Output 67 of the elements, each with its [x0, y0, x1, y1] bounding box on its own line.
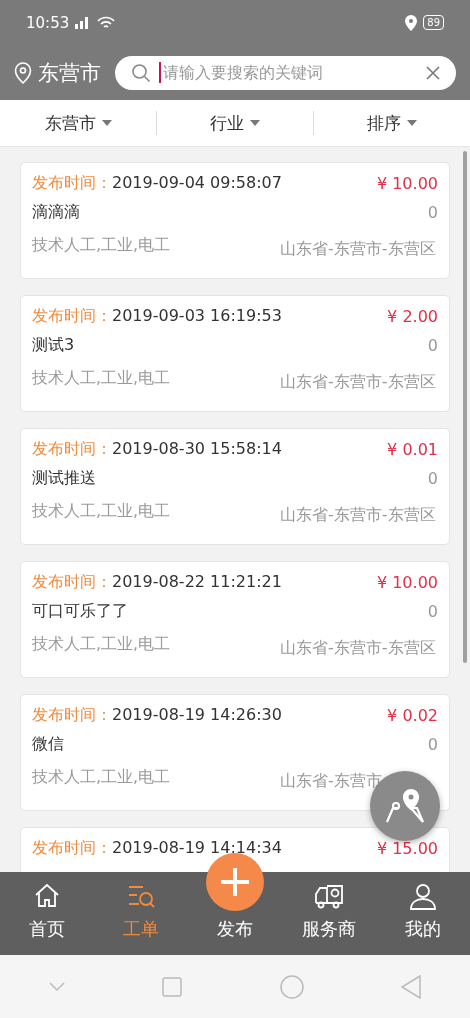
close-icon[interactable] [426, 65, 440, 80]
city-name[interactable]: 东营市 [38, 58, 101, 87]
order-tags: 技术人工,工业,电工 [32, 501, 171, 522]
time-label: 发布时间： [32, 705, 112, 724]
order-card[interactable]: 发布时间：2019-08-30 15:58:14 ¥ 0.01 测试推送 0 技术人工,工业,电工 山东省-东营市-东营区 [20, 428, 450, 545]
filter-dropdown[interactable]: 排序 [313, 111, 470, 135]
square-icon[interactable] [162, 976, 183, 997]
publish-time: 2019-08-22 11:21:21 [112, 572, 282, 591]
order-count: 0 [427, 735, 438, 754]
order-region: 山东省-东营市-东营区 [280, 239, 437, 260]
person-icon [408, 881, 438, 911]
order-region: 山东省-东营市-东营区 [280, 372, 437, 393]
order-region: 山东省-东营市-东营区 [280, 638, 437, 659]
caret-icon [101, 120, 112, 126]
order-title: 测试3 [32, 335, 75, 356]
price: ¥ 2.00 [387, 307, 438, 326]
order-tags: 技术人工,工业,电工 [32, 368, 171, 389]
publish-time: 2019-08-19 14:14:34 [112, 838, 282, 857]
order-card[interactable]: 发布时间：2019-08-22 11:21:21 ¥ 10.00 可口可乐了了 0 技术人工,工业,电工 山东省-东营市-东营区 [20, 561, 450, 678]
publish-time: 2019-08-30 15:58:14 [112, 439, 282, 458]
status-time: 10:53 [26, 13, 70, 32]
order-tags: 技术人工,工业,电工 [32, 634, 171, 655]
order-count: 0 [427, 203, 438, 222]
search-icon [131, 62, 151, 83]
search-field[interactable]: 请输入要搜索的关键词 [115, 55, 456, 90]
wifi-icon [97, 15, 116, 30]
publish-time: 2019-08-19 14:26:30 [112, 705, 282, 724]
time-label: 发布时间： [32, 439, 112, 458]
order-card[interactable]: 发布时间：2019-09-03 16:19:53 ¥ 2.00 测试3 0 技术人工,工业,电工 山东省-东营市-东营区 [20, 295, 450, 412]
price: ¥ 10.00 [376, 573, 438, 592]
battery-level: 89 [423, 15, 444, 30]
order-card[interactable]: 发布时间：2019-08-19 14:14:34 ¥ 15.00 [20, 827, 450, 872]
back-icon[interactable] [401, 974, 422, 999]
price: ¥ 10.00 [376, 174, 438, 193]
publish-time: 2019-09-04 09:58:07 [112, 173, 282, 192]
location-icon [405, 14, 418, 31]
price: ¥ 0.01 [387, 440, 438, 459]
tab-item[interactable]: 我的 [376, 872, 470, 955]
order-count: 0 [427, 469, 438, 488]
order-tags: 技术人工,工业,电工 [32, 235, 171, 256]
caret-icon [407, 120, 417, 126]
time-label: 发布时间： [32, 572, 112, 591]
circle-icon[interactable] [279, 974, 304, 999]
time-label: 发布时间： [32, 306, 112, 325]
order-title: 滴滴滴 [32, 202, 80, 223]
order-tags: 技术人工,工业,电工 [32, 767, 171, 788]
filter-dropdown[interactable]: 行业 [156, 111, 313, 135]
tab-item[interactable]: 服务商 [282, 872, 376, 955]
location-pin-icon [14, 61, 32, 84]
time-label: 发布时间： [32, 838, 112, 857]
order-count: 0 [427, 602, 438, 621]
order-title: 可口可乐了了 [32, 601, 128, 622]
add-icon [206, 853, 264, 911]
order-title: 微信 [32, 734, 64, 755]
filter-dropdown[interactable]: 东营市 [0, 111, 156, 135]
order-region: 山东省-东营市-东营区 [280, 505, 437, 526]
price: ¥ 15.00 [376, 839, 438, 858]
publish-time: 2019-09-03 16:19:53 [112, 306, 282, 325]
price: ¥ 0.02 [387, 706, 438, 725]
order-title: 测试推送 [32, 468, 96, 489]
caret-icon [250, 120, 260, 126]
tab-item[interactable]: 首页 [0, 872, 94, 955]
map-pin-icon [385, 788, 425, 824]
order-count: 0 [427, 336, 438, 355]
order-card[interactable]: 发布时间：2019-09-04 09:58:07 ¥ 10.00 滴滴滴 0 技术人工,工业,电工 山东省-东营市-东营区 [20, 162, 450, 279]
time-label: 发布时间： [32, 173, 112, 192]
chevron-down-icon[interactable] [48, 981, 65, 992]
